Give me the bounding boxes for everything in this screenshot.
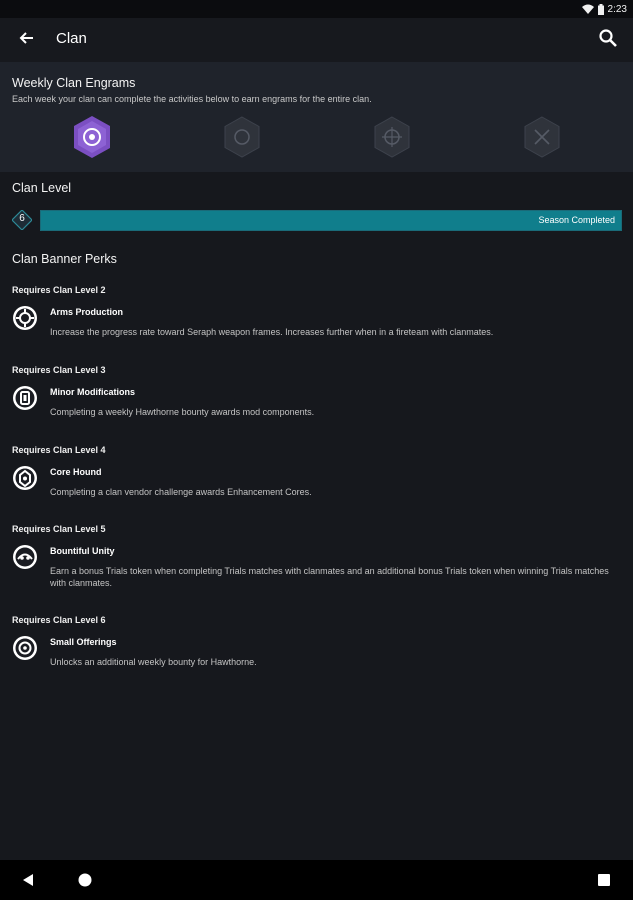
clan-level-number: 6 — [19, 213, 25, 224]
small-offerings-icon — [12, 635, 38, 661]
perk-requirement: Requires Clan Level 3 — [12, 365, 106, 375]
gambit-engram-icon[interactable] — [519, 114, 565, 160]
back-button[interactable] — [14, 28, 38, 52]
progress-label: Season Completed — [538, 215, 615, 225]
perk-name: Small Offerings — [50, 637, 117, 647]
perk-name: Minor Modifications — [50, 387, 135, 397]
progress-fill — [41, 211, 621, 230]
raid-engram-icon[interactable] — [69, 114, 115, 160]
minor-modifications-icon — [12, 385, 38, 411]
clan-level-title: Clan Level — [12, 181, 72, 195]
perk-description: Increase the progress rate toward Seraph… — [50, 327, 494, 337]
perk-requirement: Requires Clan Level 6 — [12, 615, 106, 625]
wifi-icon — [581, 4, 594, 14]
perk-description: Earn a bonus Trials token when completin… — [50, 566, 609, 588]
engrams-description: Each week your clan can complete the act… — [12, 94, 372, 104]
perk-requirement: Requires Clan Level 4 — [12, 445, 106, 455]
status-icons: 2:23 — [581, 2, 627, 16]
page-title: Clan — [56, 30, 87, 47]
perk-name: Arms Production — [50, 307, 124, 317]
bountiful-unity-icon — [12, 544, 38, 570]
strike-engram-icon[interactable] — [369, 114, 415, 160]
perk-description: Unlocks an additional weekly bounty for … — [50, 657, 257, 667]
nav-home-icon[interactable] — [75, 870, 95, 890]
arrow-back-icon — [18, 30, 34, 51]
perk-description: Completing a weekly Hawthorne bounty awa… — [50, 407, 315, 417]
clan-level-progress-bar: Season Completed — [40, 210, 622, 231]
nav-recents-icon[interactable] — [594, 870, 614, 890]
battery-icon — [597, 3, 604, 15]
weekly-engrams-section: Weekly Clan Engrams Each week your clan … — [0, 62, 633, 172]
crucible-engram-icon[interactable] — [219, 114, 265, 160]
perk-name: Bountiful Unity — [50, 546, 115, 556]
perk-name: Core Hound — [50, 467, 102, 477]
status-bar: 2:23 — [0, 0, 633, 18]
perks-title: Clan Banner Perks — [12, 252, 117, 266]
core-hound-icon — [12, 465, 38, 491]
nav-back-icon[interactable] — [18, 870, 38, 890]
perk-description: Completing a clan vendor challenge award… — [50, 487, 312, 497]
arms-production-icon — [12, 305, 38, 331]
system-nav-bar — [0, 860, 633, 900]
perk-requirement: Requires Clan Level 5 — [12, 524, 106, 534]
perk-requirement: Requires Clan Level 2 — [12, 285, 106, 295]
engrams-title: Weekly Clan Engrams — [12, 76, 136, 90]
status-time: 2:23 — [607, 3, 627, 15]
search-icon — [598, 28, 618, 53]
search-button[interactable] — [595, 27, 621, 53]
app-bar: Clan — [0, 18, 633, 62]
engram-row — [0, 114, 633, 160]
